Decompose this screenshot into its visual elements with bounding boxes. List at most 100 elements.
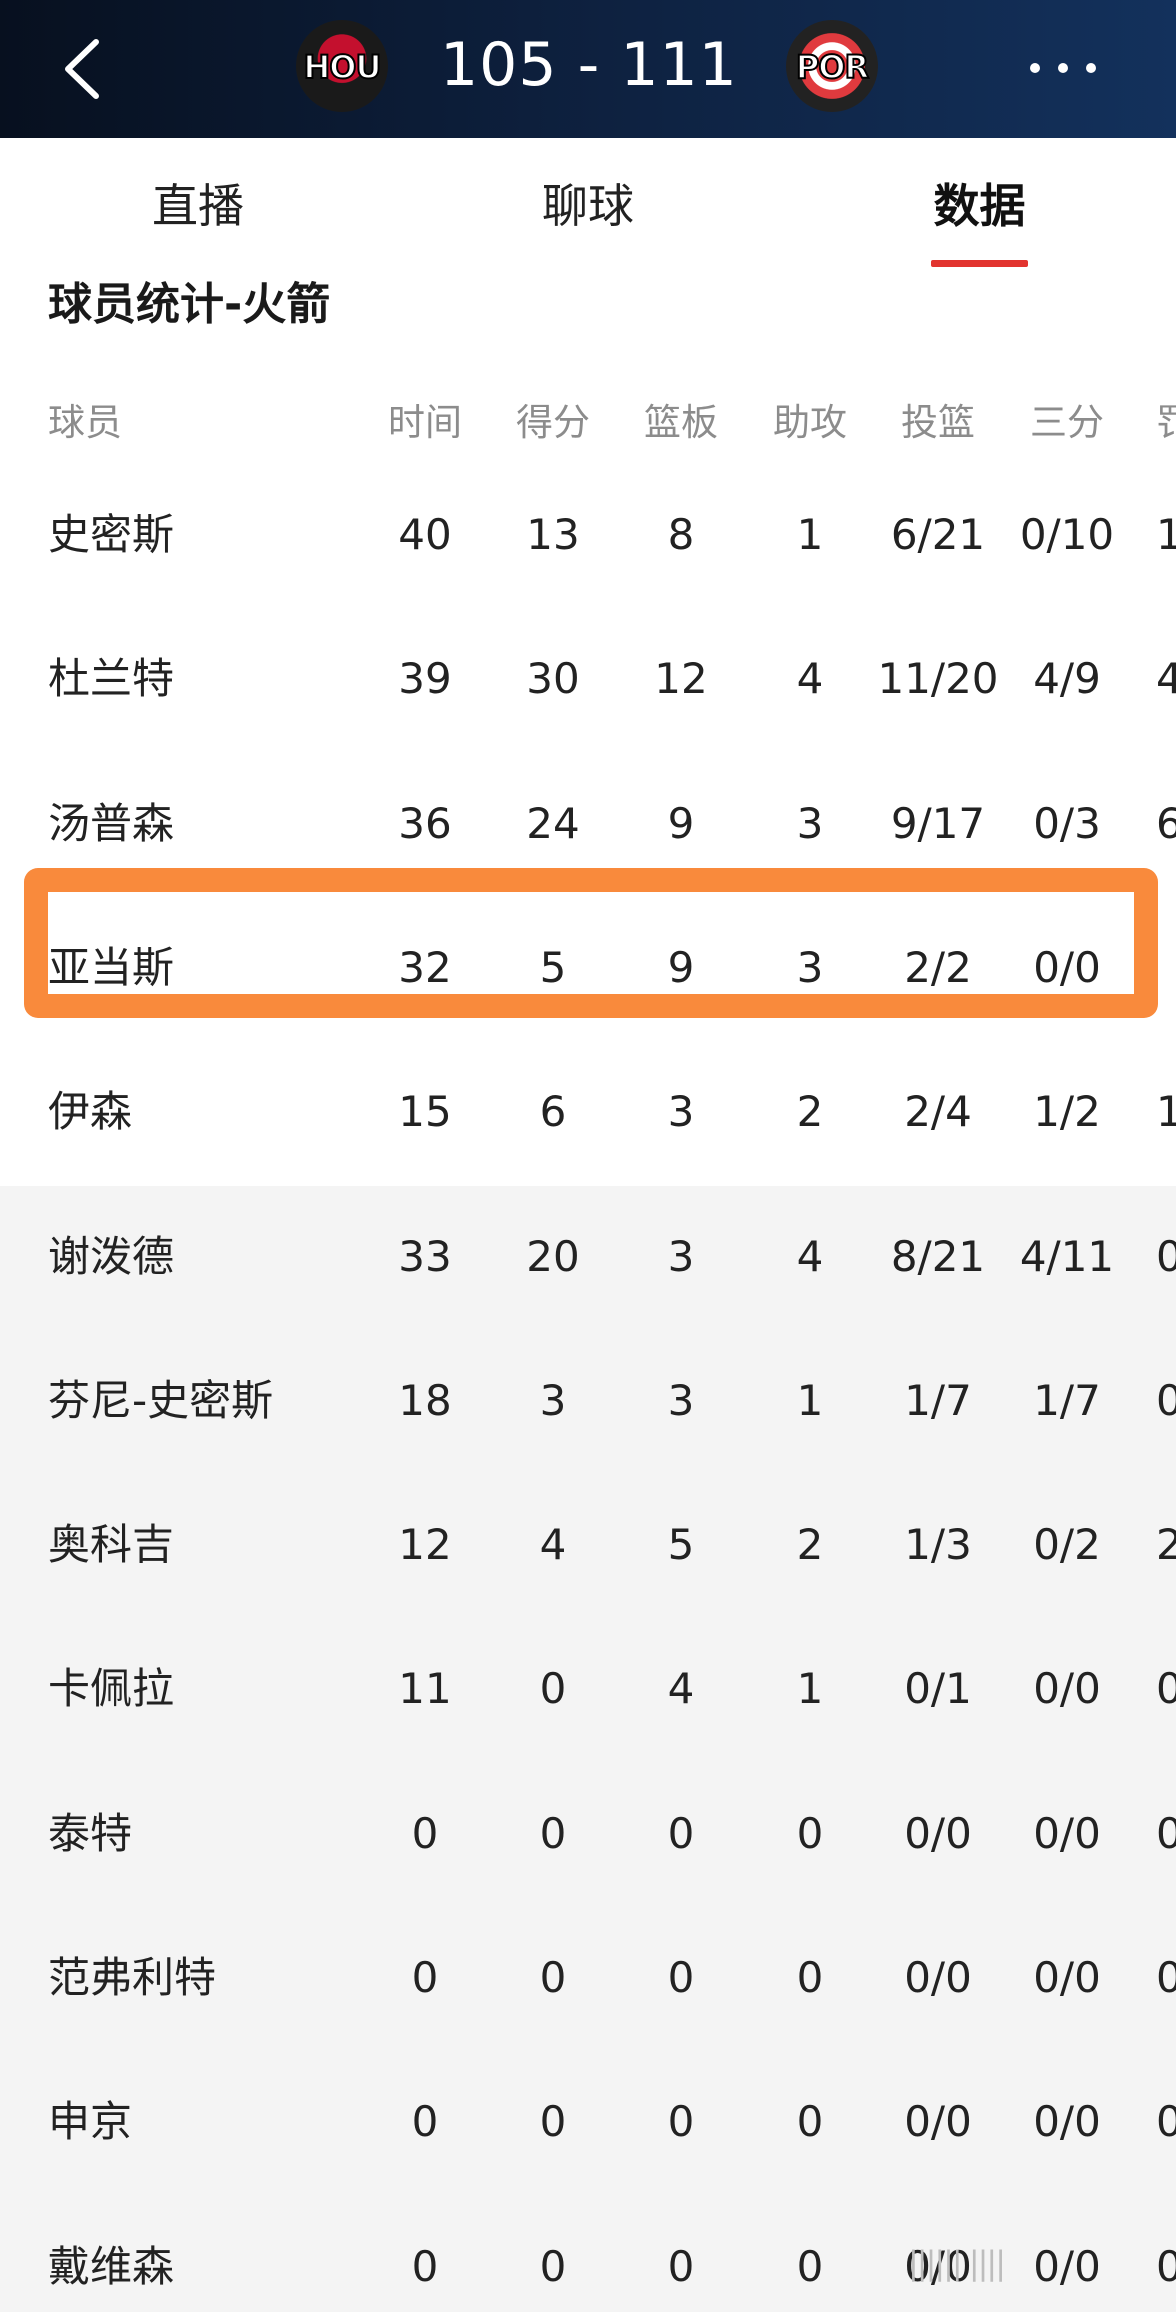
game-header: HOU 105 - 111 POR — [0, 0, 1176, 138]
stat-rebounds: 0 — [667, 2241, 695, 2291]
stat-points: 0 — [539, 2241, 567, 2291]
stat-field-goals: 0/0 — [904, 1953, 972, 2002]
stat-three-pointers: 0/0 — [1033, 1664, 1101, 1714]
back-button[interactable] — [54, 36, 114, 102]
player-name[interactable]: 杜兰特 — [48, 634, 174, 724]
stat-assists: 0 — [796, 2241, 824, 2291]
table-header: 球员 时间 得分 篮板 助攻 投篮 三分 罚 — [0, 378, 1176, 468]
stat-points: 3 — [539, 1375, 567, 1425]
table-row[interactable]: 卡佩拉 11 0 4 1 0/1 0/0 0 — [0, 1644, 1176, 1734]
stat-three-pointers: 0/10 — [1019, 510, 1115, 559]
stat-field-goals: 11/20 — [877, 654, 999, 704]
column-header-points[interactable]: 得分 — [505, 378, 601, 468]
chevron-left-icon — [65, 39, 99, 99]
stat-field-goals: 0/1 — [904, 1664, 972, 1714]
stat-points: 6 — [539, 1087, 567, 1137]
stat-assists: 0 — [796, 2097, 824, 2147]
table-row[interactable]: 泰特 0 0 0 0 0/0 0/0 0 — [0, 1789, 1176, 1879]
table-row[interactable]: 奥科吉 12 4 5 2 1/3 0/2 2 — [0, 1500, 1176, 1590]
player-name[interactable]: 范弗利特 — [48, 1933, 216, 2023]
table-row[interactable]: 伊森 15 6 3 2 2/4 1/2 1 — [0, 1067, 1176, 1157]
stat-free-throws — [1156, 923, 1176, 1013]
stat-three-pointers: 4/11 — [1019, 1231, 1115, 1281]
stat-free-throws: 0 — [1156, 1953, 1176, 2002]
tab-chat[interactable]: 聊球 — [540, 170, 636, 240]
column-header-field-goals[interactable]: 投篮 — [875, 378, 1001, 468]
table-row[interactable]: 杜兰特 39 30 12 4 11/20 4/9 4 — [0, 634, 1176, 724]
stat-rebounds: 4 — [667, 1664, 695, 1714]
table-row[interactable]: 申京 0 0 0 0 0/0 0/0 0 — [0, 2077, 1176, 2167]
table-row[interactable]: 范弗利特 0 0 0 0 0/0 0/0 0 — [0, 1933, 1176, 2023]
player-name[interactable]: 谢泼德 — [48, 1212, 174, 1302]
player-name[interactable]: 伊森 — [48, 1067, 132, 1157]
column-header-free-throws[interactable]: 罚 — [1156, 378, 1176, 468]
stat-rebounds: 9 — [667, 798, 695, 848]
stat-rebounds: 3 — [667, 1087, 695, 1137]
stat-free-throws: 1 — [1156, 510, 1176, 559]
player-name[interactable]: 泰特 — [48, 1789, 132, 1879]
stat-three-pointers: 0/2 — [1033, 1520, 1101, 1570]
stat-rebounds: 0 — [667, 1953, 695, 2002]
stat-rebounds: 8 — [667, 510, 695, 559]
stat-field-goals: 1/7 — [904, 1375, 972, 1425]
player-name[interactable]: 奥科吉 — [48, 1500, 174, 1590]
stat-points: 0 — [539, 1664, 567, 1714]
column-header-minutes[interactable]: 时间 — [377, 378, 473, 468]
table-row[interactable]: 芬尼-史密斯 18 3 3 1 1/7 1/7 0 — [0, 1356, 1176, 1446]
watermark: |||||| |||| — [908, 2244, 1006, 2282]
stat-field-goals: 6/21 — [890, 510, 986, 559]
away-team-abbr: POR — [795, 47, 870, 87]
stat-field-goals: 9/17 — [890, 798, 986, 848]
stat-free-throws: 2 — [1156, 1520, 1176, 1570]
stat-points: 20 — [526, 1231, 580, 1281]
stat-assists: 2 — [796, 1520, 824, 1570]
stat-three-pointers: 0/0 — [1033, 2097, 1101, 2147]
stat-minutes: 39 — [398, 654, 452, 704]
stat-minutes: 18 — [398, 1375, 452, 1425]
stat-free-throws: 0 — [1156, 1664, 1176, 1714]
player-name[interactable]: 汤普森 — [48, 779, 174, 869]
stat-rebounds: 0 — [667, 2097, 695, 2147]
stat-free-throws: 0 — [1156, 1375, 1176, 1425]
stat-points: 13 — [526, 510, 580, 559]
stat-free-throws: 6 — [1156, 798, 1176, 848]
player-name[interactable]: 申京 — [48, 2077, 132, 2167]
stat-free-throws: 1 — [1156, 1087, 1176, 1137]
table-row[interactable]: 谢泼德 33 20 3 4 8/21 4/11 0 — [0, 1212, 1176, 1302]
column-header-rebounds[interactable]: 篮板 — [633, 378, 729, 468]
stat-points: 24 — [526, 798, 580, 848]
table-row[interactable]: 史密斯 40 13 8 1 6/21 0/10 1 — [0, 490, 1176, 580]
tab-stats[interactable]: 数据 — [931, 170, 1028, 240]
stat-minutes: 12 — [398, 1520, 452, 1570]
stat-field-goals: 0/0 — [904, 1808, 972, 1858]
player-name[interactable]: 史密斯 — [48, 490, 174, 580]
stat-three-pointers: 0/0 — [1033, 1808, 1101, 1858]
tab-live[interactable]: 直播 — [150, 170, 246, 240]
stat-three-pointers: 1/7 — [1033, 1375, 1101, 1425]
stat-assists: 3 — [796, 798, 824, 848]
stat-points: 0 — [539, 1808, 567, 1858]
column-header-assists[interactable]: 助攻 — [762, 378, 858, 468]
tab-bar: 直播 聊球 数据 — [0, 138, 1176, 271]
more-button[interactable] — [1028, 50, 1098, 86]
stat-assists: 2 — [796, 1087, 824, 1137]
column-header-player[interactable]: 球员 — [48, 378, 122, 468]
stat-rebounds: 3 — [667, 1375, 695, 1425]
stat-points: 4 — [539, 1520, 567, 1570]
stat-field-goals: 0/0 — [904, 2097, 972, 2147]
column-header-three-pointers[interactable]: 三分 — [1004, 378, 1130, 468]
stat-minutes: 11 — [398, 1664, 452, 1714]
home-team-logo[interactable]: HOU — [296, 20, 388, 112]
stat-three-pointers: 0/3 — [1033, 798, 1101, 848]
stat-three-pointers: 1/2 — [1033, 1087, 1101, 1137]
player-name[interactable]: 卡佩拉 — [48, 1644, 174, 1734]
stat-free-throws: 0 — [1156, 2241, 1176, 2291]
player-name[interactable]: 戴维森 — [48, 2222, 174, 2312]
stat-minutes: 0 — [411, 1953, 439, 2002]
table-row[interactable]: 汤普森 36 24 9 3 9/17 0/3 6 — [0, 779, 1176, 869]
stat-three-pointers: 4/9 — [1033, 654, 1101, 704]
stat-rebounds: 5 — [667, 1520, 695, 1570]
stat-minutes: 33 — [398, 1231, 452, 1281]
away-team-logo[interactable]: POR — [786, 20, 878, 112]
player-name[interactable]: 芬尼-史密斯 — [48, 1356, 273, 1446]
